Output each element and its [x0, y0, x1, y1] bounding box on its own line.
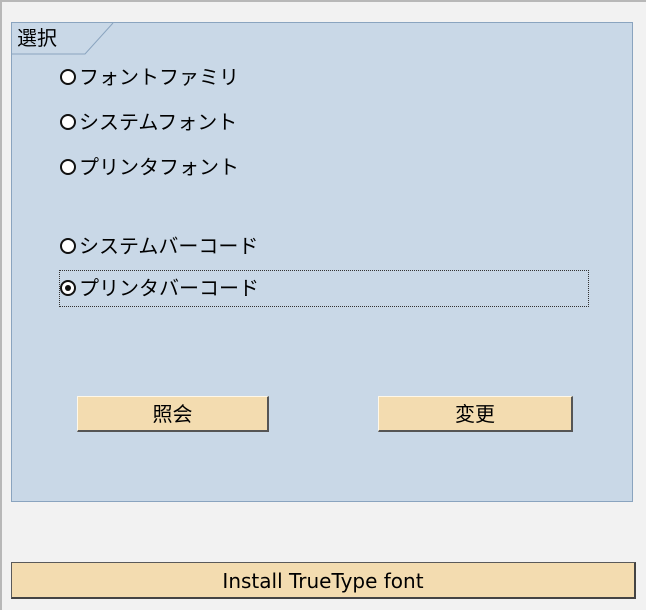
change-button[interactable]: 変更: [378, 396, 573, 432]
radio-button-icon[interactable]: [60, 159, 76, 175]
radio-printer-font[interactable]: プリンタフォント: [60, 152, 239, 182]
radio-label: システムバーコード: [79, 234, 259, 258]
install-truetype-font-button[interactable]: Install TrueType font: [11, 562, 636, 599]
radio-label: プリンタフォント: [79, 155, 239, 179]
group-title-tab: 選択: [12, 23, 114, 55]
group-title: 選択: [17, 26, 57, 50]
radio-font-family[interactable]: フォントファミリ: [60, 62, 239, 92]
radio-label: プリンタバーコード: [79, 276, 259, 300]
radio-button-selected-icon[interactable]: [60, 280, 76, 296]
radio-system-barcode[interactable]: システムバーコード: [60, 231, 258, 261]
window-frame-top: [0, 0, 646, 2]
inquiry-button[interactable]: 照会: [77, 396, 269, 432]
selection-group: 選択 フォントファミリ システムフォント プリンタフォント システムバーコード …: [11, 22, 633, 502]
radio-button-icon[interactable]: [60, 114, 76, 130]
radio-label: システムフォント: [79, 110, 238, 134]
radio-button-icon[interactable]: [60, 69, 76, 85]
radio-system-font[interactable]: システムフォント: [60, 107, 237, 137]
radio-printer-barcode[interactable]: プリンタバーコード: [60, 273, 259, 303]
radio-label: フォントファミリ: [79, 65, 239, 89]
window-frame-left: [0, 0, 2, 610]
radio-button-icon[interactable]: [60, 238, 76, 254]
